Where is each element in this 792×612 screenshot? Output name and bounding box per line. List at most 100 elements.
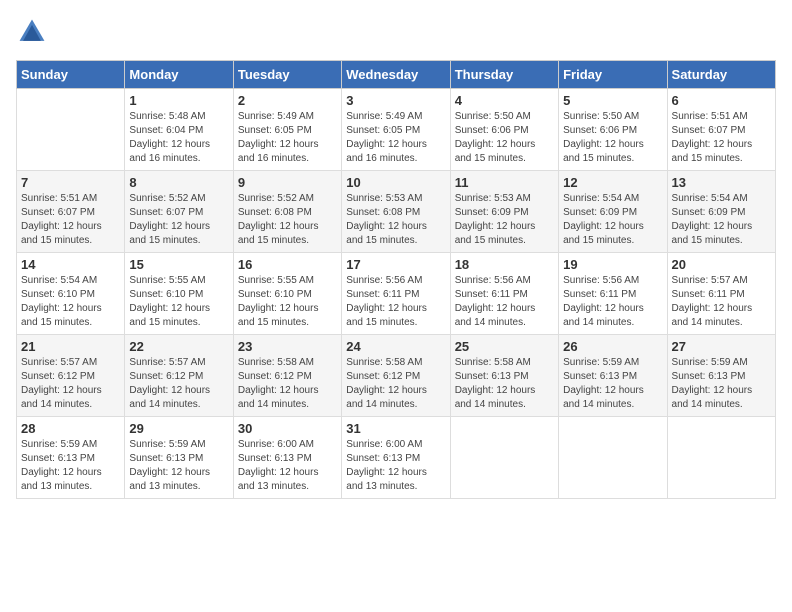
day-info: Sunrise: 5:56 AM Sunset: 6:11 PM Dayligh… [563, 274, 662, 330]
day-number: 29 [129, 421, 228, 436]
day-of-week-header: Sunday [17, 61, 125, 89]
logo [16, 16, 52, 48]
day-of-week-header: Saturday [667, 61, 775, 89]
day-number: 6 [672, 93, 771, 108]
calendar-week-row: 1Sunrise: 5:48 AM Sunset: 6:04 PM Daylig… [17, 89, 776, 171]
day-number: 14 [21, 257, 120, 272]
calendar-day-cell: 2 Sunrise: 5:49 AM Sunset: 6:05 PM Daylig… [233, 89, 341, 171]
calendar-day-cell: 24 Sunrise: 5:58 AM Sunset: 6:12 PM Dayli… [342, 335, 450, 417]
day-number: 5 [563, 93, 662, 108]
day-number: 15 [129, 257, 228, 272]
day-number: 12 [563, 175, 662, 190]
day-info: Sunrise: 5:50 AM Sunset: 6:06 PM Dayligh… [563, 110, 662, 166]
day-number: 28 [21, 421, 120, 436]
day-info: Sunrise: 5:54 AM Sunset: 6:09 PM Dayligh… [563, 192, 662, 248]
calendar-day-cell: 30 Sunrise: 6:00 AM Sunset: 6:13 PM Dayli… [233, 417, 341, 499]
day-of-week-header: Thursday [450, 61, 558, 89]
calendar-day-cell: 27Sunrise: 5:59 AM Sunset: 6:13 PM Dayli… [667, 335, 775, 417]
calendar-week-row: 28 Sunrise: 5:59 AM Sunset: 6:13 PM Dayli… [17, 417, 776, 499]
day-info: Sunrise: 6:00 AM Sunset: 6:13 PM Dayligh… [238, 438, 337, 494]
calendar-day-cell: 20 Sunrise: 5:57 AM Sunset: 6:11 PM Dayli… [667, 253, 775, 335]
calendar-week-row: 7 Sunrise: 5:51 AM Sunset: 6:07 PM Daylig… [17, 171, 776, 253]
day-number: 16 [238, 257, 337, 272]
day-info: Sunrise: 5:56 AM Sunset: 6:11 PM Dayligh… [346, 274, 445, 330]
day-number: 8 [129, 175, 228, 190]
day-number: 24 [346, 339, 445, 354]
calendar-day-cell: 21Sunrise: 5:57 AM Sunset: 6:12 PM Dayli… [17, 335, 125, 417]
day-number: 31 [346, 421, 445, 436]
calendar-day-cell [450, 417, 558, 499]
day-info: Sunrise: 5:52 AM Sunset: 6:08 PM Dayligh… [238, 192, 337, 248]
day-number: 13 [672, 175, 771, 190]
day-number: 2 [238, 93, 337, 108]
calendar-day-cell: 12 Sunrise: 5:54 AM Sunset: 6:09 PM Dayli… [559, 171, 667, 253]
day-info: Sunrise: 5:49 AM Sunset: 6:05 PM Dayligh… [346, 110, 445, 166]
calendar-day-cell: 18Sunrise: 5:56 AM Sunset: 6:11 PM Dayli… [450, 253, 558, 335]
day-number: 4 [455, 93, 554, 108]
day-info: Sunrise: 5:49 AM Sunset: 6:05 PM Dayligh… [238, 110, 337, 166]
day-number: 23 [238, 339, 337, 354]
calendar-day-cell: 26 Sunrise: 5:59 AM Sunset: 6:13 PM Dayli… [559, 335, 667, 417]
day-number: 26 [563, 339, 662, 354]
day-info: Sunrise: 5:59 AM Sunset: 6:13 PM Dayligh… [129, 438, 228, 494]
day-info: Sunrise: 5:50 AM Sunset: 6:06 PM Dayligh… [455, 110, 554, 166]
calendar-header-row: SundayMondayTuesdayWednesdayThursdayFrid… [17, 61, 776, 89]
day-info: Sunrise: 5:54 AM Sunset: 6:10 PM Dayligh… [21, 274, 120, 330]
day-info: Sunrise: 5:53 AM Sunset: 6:09 PM Dayligh… [455, 192, 554, 248]
day-info: Sunrise: 5:58 AM Sunset: 6:13 PM Dayligh… [455, 356, 554, 412]
day-number: 3 [346, 93, 445, 108]
day-number: 18 [455, 257, 554, 272]
day-number: 7 [21, 175, 120, 190]
day-of-week-header: Tuesday [233, 61, 341, 89]
day-info: Sunrise: 5:54 AM Sunset: 6:09 PM Dayligh… [672, 192, 771, 248]
day-info: Sunrise: 5:51 AM Sunset: 6:07 PM Dayligh… [672, 110, 771, 166]
day-number: 17 [346, 257, 445, 272]
day-number: 21 [21, 339, 120, 354]
calendar-week-row: 14 Sunrise: 5:54 AM Sunset: 6:10 PM Dayli… [17, 253, 776, 335]
day-info: Sunrise: 5:59 AM Sunset: 6:13 PM Dayligh… [672, 356, 771, 412]
day-number: 22 [129, 339, 228, 354]
calendar-day-cell: 3 Sunrise: 5:49 AM Sunset: 6:05 PM Daylig… [342, 89, 450, 171]
day-info: Sunrise: 5:52 AM Sunset: 6:07 PM Dayligh… [129, 192, 228, 248]
calendar-day-cell: 4 Sunrise: 5:50 AM Sunset: 6:06 PM Daylig… [450, 89, 558, 171]
page-header [16, 16, 776, 48]
calendar-day-cell: 16 Sunrise: 5:55 AM Sunset: 6:10 PM Dayli… [233, 253, 341, 335]
day-info: Sunrise: 5:59 AM Sunset: 6:13 PM Dayligh… [21, 438, 120, 494]
calendar-day-cell: 1Sunrise: 5:48 AM Sunset: 6:04 PM Daylig… [125, 89, 233, 171]
calendar-day-cell [667, 417, 775, 499]
calendar-day-cell: 28 Sunrise: 5:59 AM Sunset: 6:13 PM Dayli… [17, 417, 125, 499]
calendar-day-cell: 29 Sunrise: 5:59 AM Sunset: 6:13 PM Dayli… [125, 417, 233, 499]
day-info: Sunrise: 5:57 AM Sunset: 6:11 PM Dayligh… [672, 274, 771, 330]
day-info: Sunrise: 5:51 AM Sunset: 6:07 PM Dayligh… [21, 192, 120, 248]
day-info: Sunrise: 5:58 AM Sunset: 6:12 PM Dayligh… [238, 356, 337, 412]
day-info: Sunrise: 5:55 AM Sunset: 6:10 PM Dayligh… [238, 274, 337, 330]
calendar-day-cell: 14 Sunrise: 5:54 AM Sunset: 6:10 PM Dayli… [17, 253, 125, 335]
calendar-day-cell [559, 417, 667, 499]
calendar-day-cell: 23 Sunrise: 5:58 AM Sunset: 6:12 PM Dayli… [233, 335, 341, 417]
calendar-day-cell: 5 Sunrise: 5:50 AM Sunset: 6:06 PM Daylig… [559, 89, 667, 171]
day-number: 1 [129, 93, 228, 108]
calendar-day-cell: 19 Sunrise: 5:56 AM Sunset: 6:11 PM Dayli… [559, 253, 667, 335]
calendar-table: SundayMondayTuesdayWednesdayThursdayFrid… [16, 60, 776, 499]
day-info: Sunrise: 6:00 AM Sunset: 6:13 PM Dayligh… [346, 438, 445, 494]
calendar-day-cell: 17 Sunrise: 5:56 AM Sunset: 6:11 PM Dayli… [342, 253, 450, 335]
day-info: Sunrise: 5:58 AM Sunset: 6:12 PM Dayligh… [346, 356, 445, 412]
day-number: 30 [238, 421, 337, 436]
day-number: 9 [238, 175, 337, 190]
day-of-week-header: Wednesday [342, 61, 450, 89]
calendar-day-cell: 31 Sunrise: 6:00 AM Sunset: 6:13 PM Dayli… [342, 417, 450, 499]
day-number: 11 [455, 175, 554, 190]
calendar-week-row: 21Sunrise: 5:57 AM Sunset: 6:12 PM Dayli… [17, 335, 776, 417]
calendar-day-cell: 11 Sunrise: 5:53 AM Sunset: 6:09 PM Dayli… [450, 171, 558, 253]
day-info: Sunrise: 5:55 AM Sunset: 6:10 PM Dayligh… [129, 274, 228, 330]
calendar-day-cell: 6 Sunrise: 5:51 AM Sunset: 6:07 PM Daylig… [667, 89, 775, 171]
day-number: 10 [346, 175, 445, 190]
day-info: Sunrise: 5:59 AM Sunset: 6:13 PM Dayligh… [563, 356, 662, 412]
calendar-day-cell: 9 Sunrise: 5:52 AM Sunset: 6:08 PM Daylig… [233, 171, 341, 253]
calendar-day-cell: 13 Sunrise: 5:54 AM Sunset: 6:09 PM Dayli… [667, 171, 775, 253]
day-number: 20 [672, 257, 771, 272]
logo-icon [16, 16, 48, 48]
calendar-day-cell: 25Sunrise: 5:58 AM Sunset: 6:13 PM Dayli… [450, 335, 558, 417]
day-number: 19 [563, 257, 662, 272]
calendar-day-cell [17, 89, 125, 171]
